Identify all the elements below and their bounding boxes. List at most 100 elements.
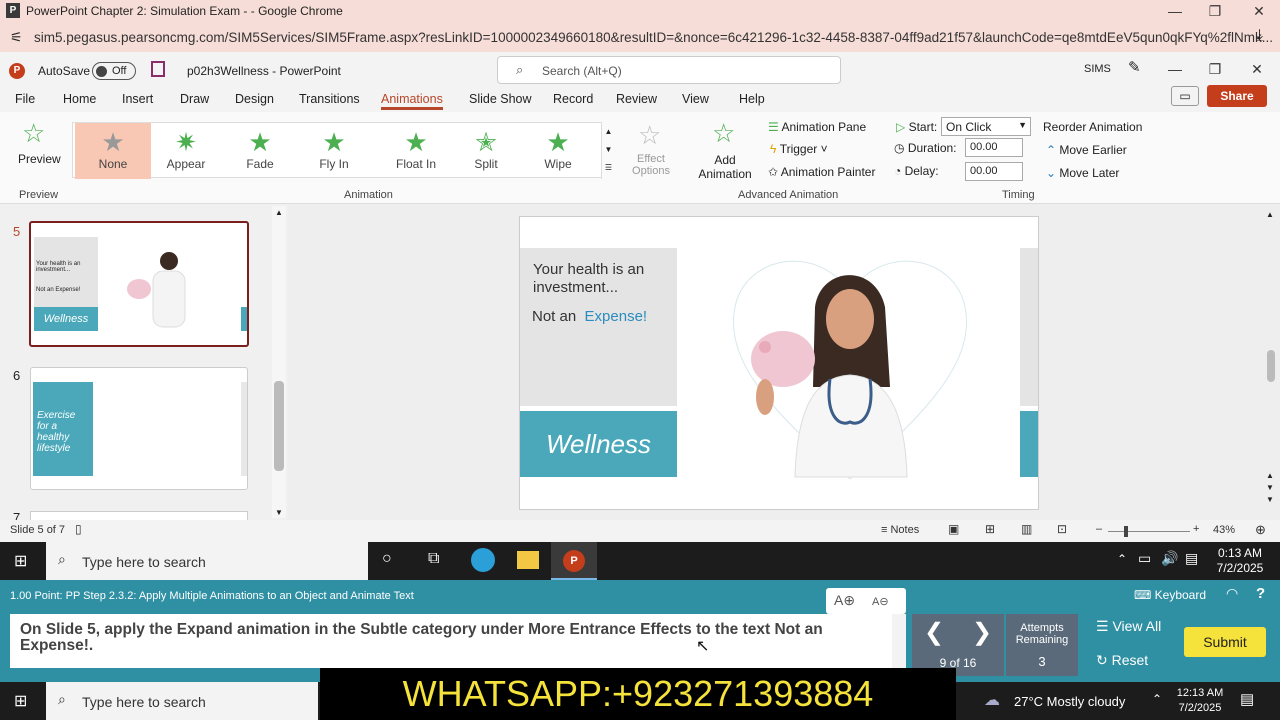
tab-insert[interactable]: Insert: [122, 92, 153, 106]
thumb-scrollbar[interactable]: ▲ ▼: [272, 206, 286, 518]
fit-slide-icon[interactable]: ⊕: [1255, 522, 1266, 538]
scroll-up-icon[interactable]: ▲: [275, 208, 283, 217]
reading-view-icon[interactable]: ▥: [1021, 522, 1032, 536]
tab-file[interactable]: File: [15, 92, 35, 106]
zoom-slider-thumb[interactable]: [1124, 526, 1128, 537]
taskbar-search-2[interactable]: ⌕ Type here to search: [46, 682, 318, 720]
thumb-scrollbar-thumb[interactable]: [274, 381, 284, 471]
autosave-toggle[interactable]: Off: [92, 62, 136, 80]
increase-text-icon[interactable]: A⊕: [834, 592, 855, 609]
tab-slide-show[interactable]: Slide Show: [469, 92, 532, 106]
move-earlier-button[interactable]: ⌃ Move Earlier: [1046, 143, 1127, 157]
slide-wellness-band[interactable]: Wellness: [520, 411, 677, 477]
search-box[interactable]: ⌕ Search (Alt+Q): [497, 56, 841, 84]
weather-icon[interactable]: ☁: [984, 690, 1000, 710]
tab-transitions[interactable]: Transitions: [299, 92, 360, 106]
clock[interactable]: 0:13 AM 7/2/2025: [1212, 546, 1268, 576]
doctor-heart-image[interactable]: [725, 247, 975, 481]
notes-button[interactable]: ≡ Notes: [881, 524, 919, 536]
slide-text-investment[interactable]: Your health is an investment...: [533, 261, 673, 297]
animation-none[interactable]: ★ None: [75, 123, 151, 179]
canvas-scroll-down-icon[interactable]: ▲ ▼ ▼: [1266, 470, 1274, 506]
slide-text-not-an[interactable]: Not an Expense!: [532, 308, 647, 325]
current-slide[interactable]: Your health is an investment... Not an E…: [519, 216, 1039, 510]
animation-fly-in[interactable]: ★ Fly In: [299, 123, 369, 179]
submit-button[interactable]: Submit: [1184, 627, 1266, 657]
canvas-scrollbar-thumb[interactable]: [1267, 350, 1275, 382]
taskbar-powerpoint[interactable]: P: [551, 542, 597, 580]
animation-pane-button[interactable]: ☰ Animation Pane: [768, 120, 866, 134]
tab-draw[interactable]: Draw: [180, 92, 209, 106]
instruction-scrollbar[interactable]: [892, 614, 906, 668]
normal-view-icon[interactable]: ▣: [948, 522, 959, 536]
canvas-scroll-up-icon[interactable]: ▲: [1266, 210, 1274, 219]
slide-thumbnail-6[interactable]: Exercise for a healthy lifestyle: [30, 367, 248, 490]
preview-button[interactable]: Preview: [18, 152, 61, 166]
tab-design[interactable]: Design: [235, 92, 274, 106]
zoom-level[interactable]: 43%: [1213, 524, 1235, 536]
next-arrow-icon[interactable]: ❯: [972, 618, 992, 647]
duration-input[interactable]: 00.00: [965, 138, 1023, 157]
taskbar-search[interactable]: ⌕ Type here to search: [46, 542, 368, 580]
animation-fade[interactable]: ★ Fade: [225, 123, 295, 179]
animation-appear[interactable]: ✷ Appear: [151, 123, 221, 179]
canvas-scrollbar[interactable]: ▲ ▲ ▼ ▼: [1266, 208, 1276, 514]
ppt-restore-icon[interactable]: ❐: [1200, 60, 1230, 78]
tray-chevron-icon[interactable]: ⌃: [1117, 552, 1127, 566]
prev-arrow-icon[interactable]: ❮: [924, 618, 944, 647]
move-later-button[interactable]: ⌄ Move Later: [1046, 166, 1119, 180]
save-icon[interactable]: [151, 61, 165, 77]
weather-text[interactable]: 27°C Mostly cloudy: [1014, 694, 1125, 709]
comments-icon[interactable]: ▭: [1171, 86, 1199, 106]
cortana-icon[interactable]: ○: [382, 550, 392, 568]
start-dropdown[interactable]: On Click ▼: [941, 117, 1031, 136]
slide-sorter-icon[interactable]: ⊞: [985, 522, 995, 536]
share-button[interactable]: Share: [1207, 85, 1267, 107]
animation-split[interactable]: ✭ Split: [451, 123, 521, 179]
site-settings-icon[interactable]: ⚟: [10, 29, 23, 46]
decrease-text-icon[interactable]: A⊖: [872, 595, 889, 608]
wifi-icon[interactable]: ◠: [1226, 585, 1238, 602]
slide-thumbnail-7[interactable]: [30, 511, 248, 520]
tab-home[interactable]: Home: [63, 92, 96, 106]
url-text[interactable]: sim5.pegasus.pearsoncmg.com/SIM5Services…: [34, 30, 1273, 45]
clock-2[interactable]: 12:13 AM 7/2/2025: [1172, 686, 1228, 716]
volume-icon[interactable]: 🔊: [1161, 550, 1178, 567]
notification-icon[interactable]: ▤: [1185, 550, 1198, 567]
view-all-button[interactable]: ☰ View All: [1096, 618, 1161, 635]
trigger-button[interactable]: ϟ Trigger ˅: [770, 142, 828, 156]
gallery-scroll[interactable]: ▲ ▼ ☰: [601, 123, 615, 179]
help-icon[interactable]: ?: [1256, 585, 1265, 602]
animation-float-in[interactable]: ★ Float In: [381, 123, 451, 179]
address-bar[interactable]: ⚟ sim5.pegasus.pearsoncmg.com/SIM5Servic…: [0, 22, 1280, 52]
zoom-out-icon[interactable]: –: [1096, 523, 1102, 535]
add-animation-button[interactable]: Add Animation: [692, 153, 758, 181]
download-icon[interactable]: ⤓: [1256, 27, 1263, 45]
zoom-in-icon[interactable]: +: [1193, 523, 1199, 535]
accessibility-icon[interactable]: ▯: [75, 522, 82, 536]
file-explorer-icon[interactable]: [517, 551, 539, 569]
slideshow-icon[interactable]: ⊡: [1057, 522, 1067, 536]
delay-input[interactable]: 00.00: [965, 162, 1023, 181]
scroll-down-icon[interactable]: ▼: [275, 508, 283, 517]
tab-review[interactable]: Review: [616, 92, 657, 106]
pen-icon[interactable]: ✎: [1128, 58, 1141, 76]
animation-wipe[interactable]: ★ Wipe: [523, 123, 593, 179]
ppt-minimize-icon[interactable]: —: [1160, 60, 1190, 78]
network-icon[interactable]: ▭: [1138, 550, 1151, 567]
windows-start-icon-2[interactable]: ⊞: [14, 691, 27, 711]
close-icon[interactable]: ✕: [1244, 2, 1274, 20]
ppt-close-icon[interactable]: ✕: [1242, 60, 1272, 78]
keyboard-button[interactable]: ⌨ Keyboard: [1134, 588, 1206, 602]
slide-thumbnail-5[interactable]: Your health is an investment... Not an E…: [29, 221, 249, 347]
minimize-icon[interactable]: —: [1160, 2, 1190, 20]
effect-options-icon[interactable]: ☆: [638, 120, 661, 151]
animation-painter-button[interactable]: ✩ Animation Painter: [768, 165, 875, 179]
preview-star-icon[interactable]: ☆: [22, 118, 45, 149]
add-animation-icon[interactable]: ☆: [712, 118, 735, 149]
tab-animations[interactable]: Animations: [381, 92, 443, 110]
task-view-icon[interactable]: ⧉: [428, 550, 439, 568]
tab-view[interactable]: View: [682, 92, 709, 106]
user-name[interactable]: SIMS: [1084, 63, 1111, 75]
maximize-icon[interactable]: ❐: [1200, 2, 1230, 20]
